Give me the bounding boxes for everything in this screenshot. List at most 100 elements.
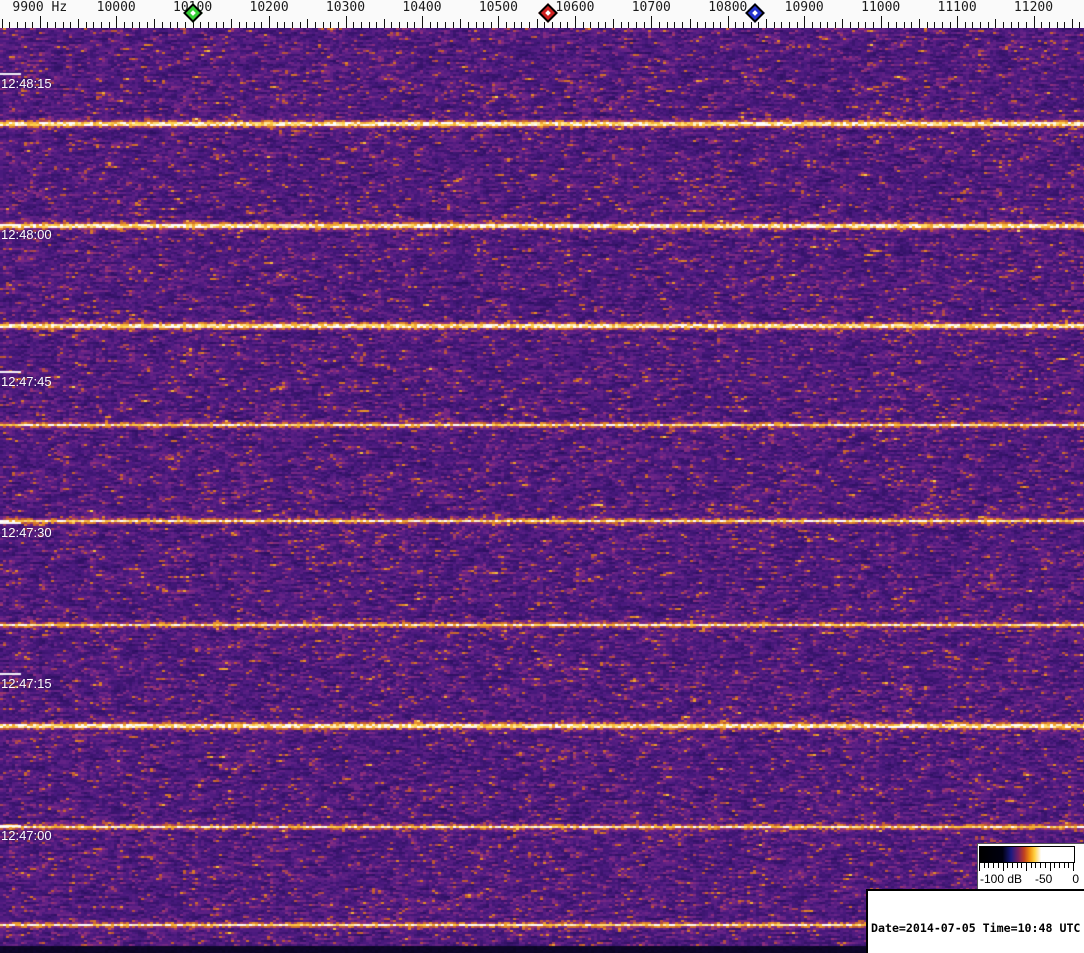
ruler-tick: [926, 22, 928, 28]
ruler-tick: [70, 22, 72, 28]
ruler-tick: [529, 22, 530, 28]
legend-tick: [1007, 863, 1009, 868]
ruler-tick: [819, 22, 821, 28]
ruler-tick: [276, 22, 278, 28]
ruler-tick: [727, 16, 729, 28]
legend-tick: [988, 863, 990, 868]
ruler-tick: [1056, 22, 1058, 28]
ruler-tick: [987, 22, 989, 28]
ruler-tick: [162, 22, 164, 28]
ruler-tick: [437, 22, 439, 28]
ruler-tick: [200, 22, 202, 28]
time-label: 12:48:00: [1, 227, 52, 242]
ruler-tick: [720, 22, 722, 28]
freq-label: 11000: [861, 0, 901, 15]
ruler-tick: [444, 22, 446, 28]
ruler-tick: [1003, 22, 1004, 28]
freq-label: 10900: [784, 0, 824, 15]
freq-label: 11200: [1013, 0, 1054, 15]
ruler-tick: [743, 22, 745, 28]
ruler-tick: [490, 22, 492, 28]
ruler-tick: [475, 22, 477, 28]
status-info-box: Date=2014-07-05 Time=10:48 UTC Freq=143 …: [866, 889, 1084, 953]
ruler-tick: [185, 22, 186, 28]
marker-blue-diamond-icon[interactable]: [745, 3, 766, 23]
ruler-tick: [903, 22, 905, 28]
ruler-tick: [582, 22, 584, 28]
ruler-tick: [796, 22, 798, 28]
ruler-tick: [330, 22, 332, 28]
time-label: 12:47:15: [1, 676, 52, 691]
ruler-tick: [123, 22, 125, 28]
legend-tick: [1040, 863, 1042, 868]
ruler-tick: [559, 22, 561, 28]
ruler-tick: [628, 22, 630, 28]
ruler-tick: [811, 22, 813, 28]
ruler-tick: [299, 22, 301, 28]
ruler-tick: [353, 22, 355, 28]
ruler-tick: [1048, 22, 1050, 28]
ruler-tick: [643, 22, 645, 28]
time-label: 12:47:30: [1, 525, 52, 540]
ruler-tick: [452, 22, 454, 28]
ruler-tick: [24, 22, 26, 28]
ruler-tick: [154, 19, 156, 28]
freq-label: 10700: [631, 0, 671, 15]
ruler-tick: [888, 22, 890, 28]
freq-label: 9900 Hz: [12, 0, 68, 15]
ruler-tick: [1, 19, 3, 28]
marker-center-dot: [545, 10, 551, 16]
ruler-tick: [307, 19, 309, 28]
ruler-tick: [85, 22, 87, 28]
ruler-tick: [551, 22, 553, 28]
legend-tick: [1021, 863, 1023, 868]
ruler-tick: [1079, 22, 1081, 28]
ruler-tick: [62, 22, 64, 28]
ruler-tick: [613, 19, 615, 28]
ruler-tick: [536, 19, 538, 28]
legend-tick: [1063, 863, 1065, 868]
freq-label: 10300: [325, 0, 366, 15]
ruler-tick: [39, 16, 41, 28]
ruler-tick: [506, 22, 508, 28]
ruler-tick: [315, 22, 316, 28]
ruler-tick: [1010, 22, 1012, 28]
ruler-tick: [78, 19, 79, 28]
legend-tick: [1058, 863, 1060, 868]
ruler-tick: [995, 19, 997, 28]
ruler-tick: [146, 22, 148, 28]
ruler-tick: [292, 22, 293, 28]
ruler-tick: [773, 22, 775, 28]
ruler-tick: [758, 22, 760, 28]
time-label: 12:48:15: [1, 76, 52, 91]
legend-tick: [997, 863, 999, 868]
ruler-tick: [376, 22, 378, 28]
ruler-tick: [360, 22, 362, 28]
ruler-tick: [880, 16, 882, 28]
legend-tick: [1044, 863, 1046, 868]
ruler-tick: [223, 22, 225, 28]
ruler-tick: [207, 22, 209, 28]
ruler-tick: [521, 22, 523, 28]
ruler-tick: [513, 22, 515, 28]
ruler-tick: [383, 19, 385, 28]
ruler-tick: [345, 16, 347, 28]
ruler-tick: [498, 16, 500, 28]
freq-label: 11100: [937, 0, 977, 15]
spectrogram-app-window: 9900 Hz100001010010200103001040010500106…: [0, 0, 1084, 953]
ruler-tick: [1071, 19, 1073, 28]
ruler-tick: [781, 22, 783, 28]
ruler-tick: [574, 16, 576, 28]
ruler-tick: [666, 22, 668, 28]
legend-max-label: 0: [1072, 872, 1079, 886]
ruler-tick: [238, 22, 240, 28]
ruler-tick: [253, 22, 255, 28]
ruler-tick: [659, 22, 660, 28]
ruler-tick: [911, 22, 913, 28]
legend-tick: [1026, 863, 1027, 871]
ruler-tick: [422, 16, 423, 28]
legend-min-label: -100 dB: [980, 872, 1023, 886]
time-label: 12:47:00: [1, 828, 52, 843]
colorbar-labels: -100 dB -50 0: [978, 872, 1082, 888]
time-label: 12:47:45: [1, 374, 52, 389]
